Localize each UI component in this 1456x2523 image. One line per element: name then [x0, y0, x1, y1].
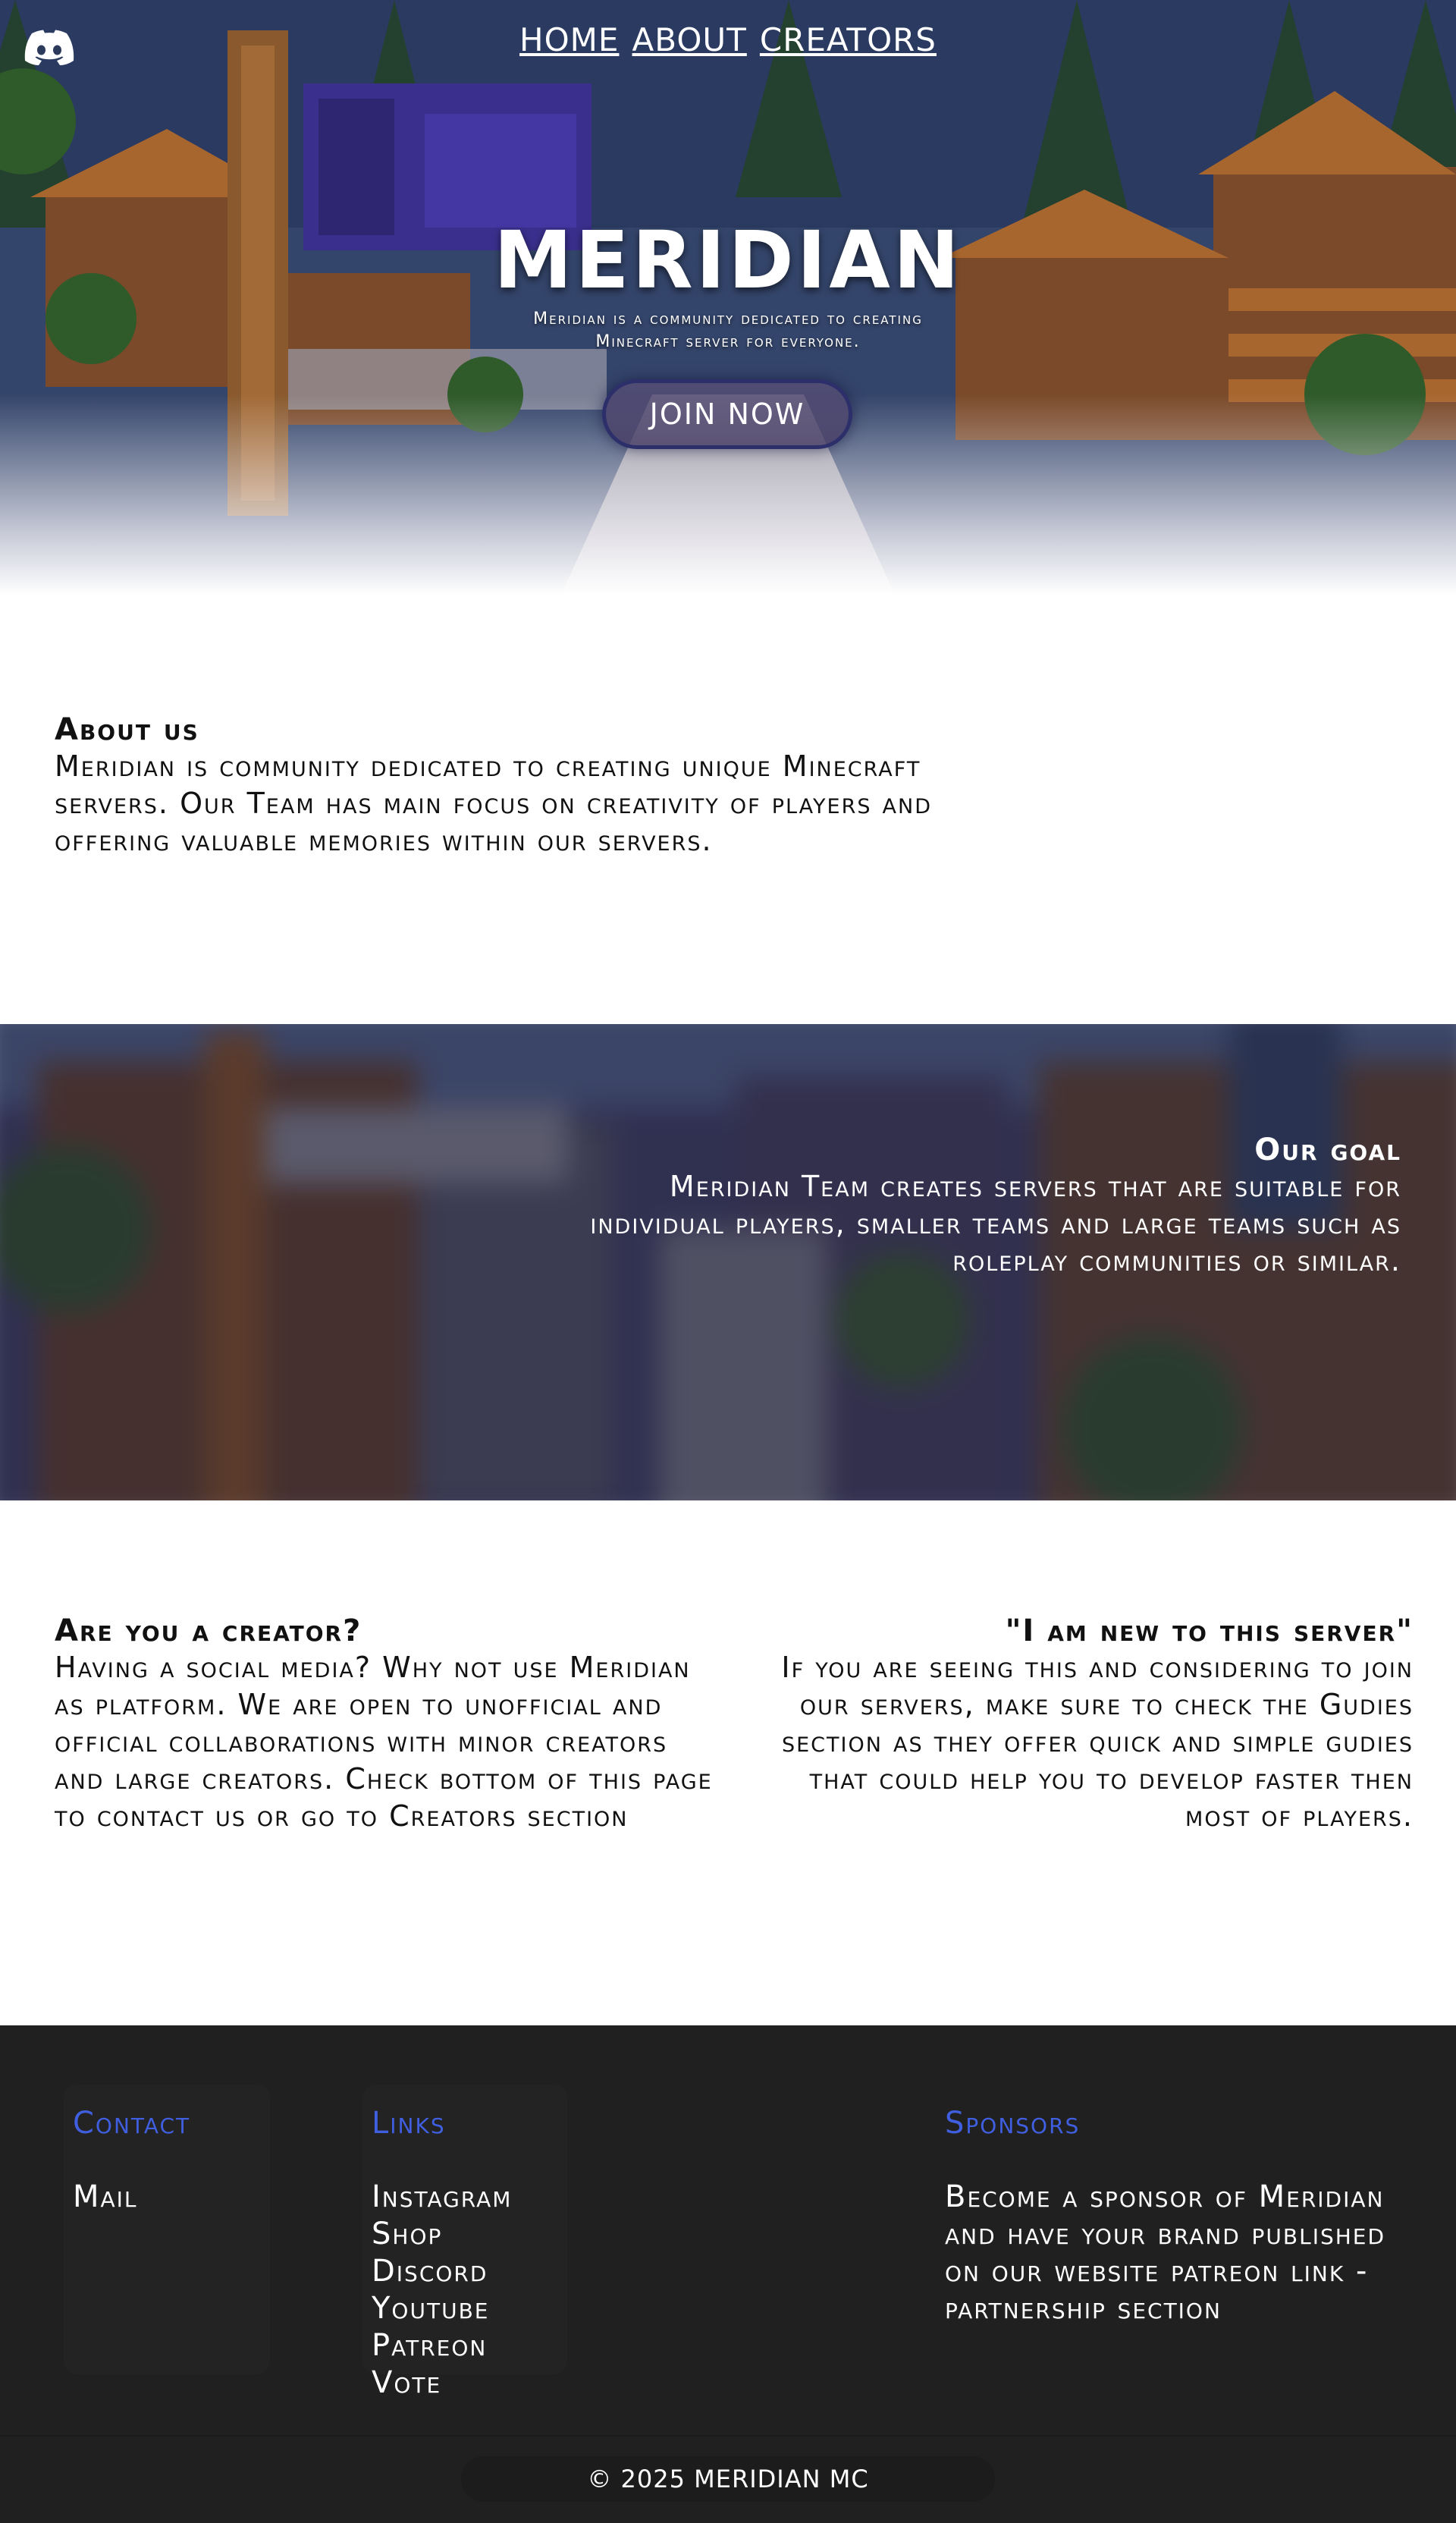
footer-contact-column: Contact Mail	[64, 2085, 270, 2374]
footer-link-shop[interactable]: Shop	[372, 2216, 567, 2253]
footer-link-patreon[interactable]: Patreon	[372, 2327, 567, 2364]
goal-body: Meridian Team creates servers that are s…	[590, 1170, 1401, 1277]
copyright-text: © 2025 MERIDIAN MC	[461, 2456, 995, 2502]
footer-sponsors-body: Become a sponsor of Meridian and have yo…	[945, 2179, 1386, 2326]
site-footer: Contact Mail Links Instagram Shop Discor…	[0, 2025, 1456, 2523]
site-title: MERIDIAN	[494, 214, 962, 306]
creator-heading: Are you a creator?	[55, 1613, 362, 1648]
new-player-section: "I am new to this server" If you are see…	[746, 1613, 1414, 1835]
footer-links-heading: Links	[372, 2106, 446, 2141]
nav-link-creators[interactable]: CREATORS	[760, 21, 937, 58]
new-player-body: If you are seeing this and considering t…	[781, 1651, 1414, 1833]
hero-section: HOME ABOUT CREATORS MERIDIAN Meridian is…	[0, 0, 1456, 595]
about-section: About us Meridian is community dedicated…	[55, 712, 1040, 859]
goal-heading: Our goal	[1254, 1133, 1401, 1167]
goal-section: Our goal Meridian Team creates servers t…	[0, 1024, 1456, 1500]
footer-link-youtube[interactable]: Youtube	[372, 2290, 567, 2327]
new-player-heading: "I am new to this server"	[1005, 1613, 1414, 1648]
footer-link-mail[interactable]: Mail	[73, 2179, 270, 2216]
footer-link-instagram[interactable]: Instagram	[372, 2179, 567, 2216]
main-nav: HOME ABOUT CREATORS	[0, 21, 1456, 58]
nav-link-home[interactable]: HOME	[519, 21, 619, 58]
nav-link-about[interactable]: ABOUT	[632, 21, 747, 58]
join-now-button[interactable]: JOIN NOW	[602, 379, 852, 449]
goal-text-block: Our goal Meridian Team creates servers t…	[529, 1132, 1401, 1280]
footer-link-vote[interactable]: Vote	[372, 2364, 567, 2402]
footer-contact-heading: Contact	[73, 2106, 191, 2141]
footer-sponsors-heading: Sponsors	[945, 2106, 1081, 2141]
creator-body: Having a social media? Why not use Merid…	[55, 1651, 713, 1833]
hero-subtitle: Meridian is a community dedicated to cre…	[533, 309, 923, 351]
footer-divider	[0, 2435, 1456, 2437]
footer-links-column: Links Instagram Shop Discord Youtube Pat…	[362, 2085, 567, 2400]
about-body: Meridian is community dedicated to creat…	[55, 749, 933, 857]
creator-section: Are you a creator? Having a social media…	[55, 1613, 722, 1835]
footer-link-discord[interactable]: Discord	[372, 2253, 567, 2290]
footer-sponsors-column: Sponsors Become a sponsor of Meridian an…	[945, 2085, 1400, 2327]
about-heading: About us	[55, 712, 199, 747]
